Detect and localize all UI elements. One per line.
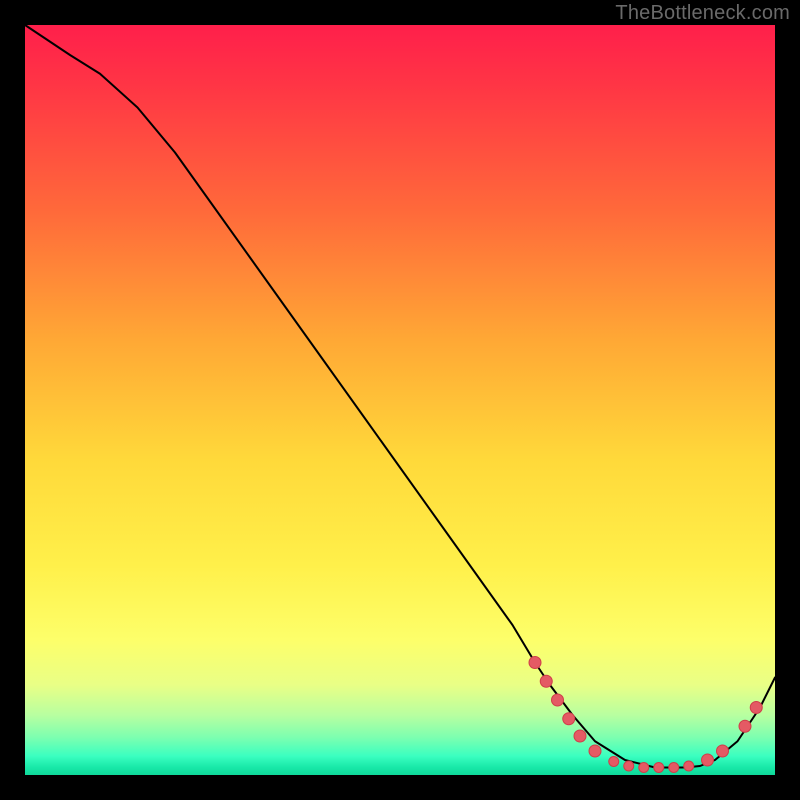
curve-marker (739, 720, 751, 732)
curve-marker (552, 694, 564, 706)
curve-marker (669, 763, 679, 773)
curve-marker (717, 745, 729, 757)
curve-marker (529, 657, 541, 669)
curve-marker (750, 702, 762, 714)
curve-marker (684, 761, 694, 771)
curve-marker (589, 745, 601, 757)
curve-marker (574, 730, 586, 742)
curve-marker (639, 763, 649, 773)
bottleneck-curve-svg (25, 25, 775, 775)
attribution-text: TheBottleneck.com (615, 2, 790, 25)
curve-marker (624, 761, 634, 771)
curve-marker (609, 757, 619, 767)
bottleneck-curve (25, 25, 775, 768)
plot-area (25, 25, 775, 775)
curve-marker (563, 713, 575, 725)
curve-marker (702, 754, 714, 766)
curve-marker (654, 763, 664, 773)
chart-frame: TheBottleneck.com (0, 0, 800, 800)
curve-marker (540, 675, 552, 687)
